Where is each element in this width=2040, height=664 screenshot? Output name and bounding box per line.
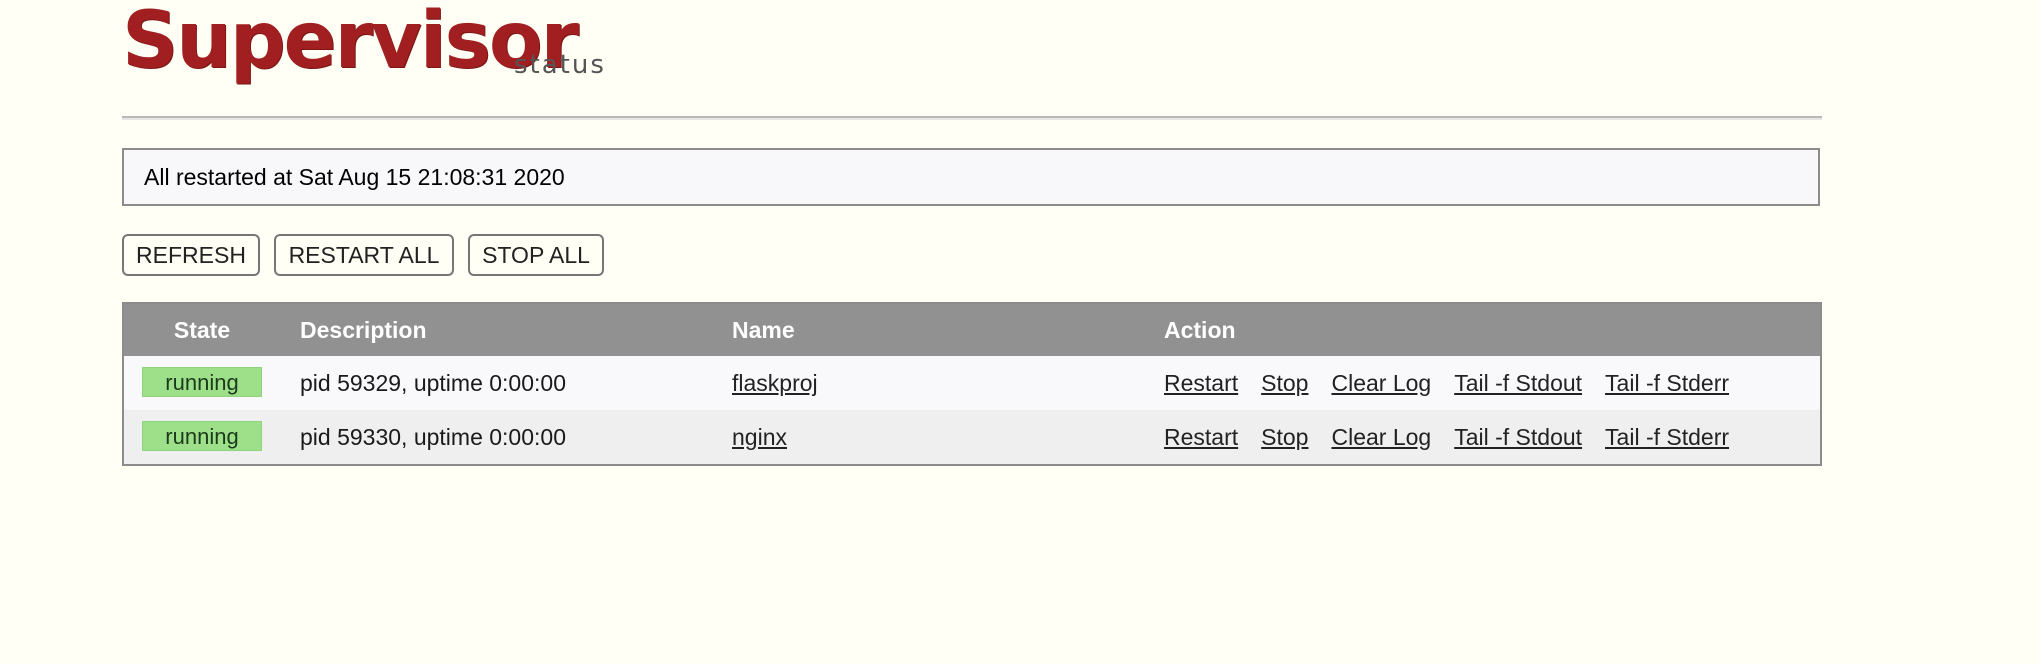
status-badge: running <box>142 367 262 397</box>
header-state: State <box>173 316 231 343</box>
name-cell: flaskproj <box>712 356 1144 410</box>
header-description: Description <box>300 316 427 343</box>
stop-all-button[interactable]: STOP ALL <box>468 234 604 276</box>
process-table-container: State Description Name Action running pi… <box>122 302 1822 466</box>
state-cell: running <box>124 356 280 410</box>
table-header-row: State Description Name Action <box>124 304 1820 356</box>
status-message: All restarted at Sat Aug 15 21:08:31 202… <box>122 148 1820 206</box>
header-action: Action <box>1164 316 1236 343</box>
tail-stdout-link[interactable]: Tail -f Stdout <box>1454 424 1582 450</box>
action-cell: Restart Stop Clear Log Tail -f Stdout Tail -… <box>1144 410 1820 464</box>
table-row: running pid 59330, uptime 0:00:00 nginx … <box>124 410 1820 464</box>
status-badge: running <box>142 421 262 451</box>
clear-log-link[interactable]: Clear Log <box>1331 424 1431 450</box>
tail-stderr-link[interactable]: Tail -f Stderr <box>1605 370 1729 396</box>
header-divider <box>122 116 1822 120</box>
logo-text: Supervisor <box>122 0 579 86</box>
stop-link[interactable]: Stop <box>1261 370 1308 396</box>
tail-stdout-link[interactable]: Tail -f Stdout <box>1454 370 1582 396</box>
supervisor-logo: Supervisor status <box>122 0 622 100</box>
description-cell: pid 59329, uptime 0:00:00 <box>300 369 566 396</box>
stop-link[interactable]: Stop <box>1261 424 1308 450</box>
restart-link[interactable]: Restart <box>1164 370 1238 396</box>
header-name: Name <box>732 316 795 343</box>
restart-link[interactable]: Restart <box>1164 424 1238 450</box>
state-cell: running <box>124 410 280 464</box>
header: Supervisor status <box>122 0 1822 120</box>
clear-log-link[interactable]: Clear Log <box>1331 370 1431 396</box>
process-name-link[interactable]: nginx <box>732 424 787 450</box>
action-buttons: REFRESH RESTART ALL STOP ALL <box>122 234 604 276</box>
process-name-link[interactable]: flaskproj <box>732 370 818 396</box>
action-cell: Restart Stop Clear Log Tail -f Stdout Tail -… <box>1144 356 1820 410</box>
process-table: State Description Name Action running pi… <box>124 304 1820 464</box>
name-cell: nginx <box>712 410 1144 464</box>
supervisor-status-page: Supervisor status All restarted at Sat A… <box>0 0 2040 664</box>
description-cell: pid 59330, uptime 0:00:00 <box>300 423 566 450</box>
refresh-button[interactable]: REFRESH <box>122 234 260 276</box>
restart-all-button[interactable]: RESTART ALL <box>274 234 454 276</box>
logo-subtitle: status <box>514 50 606 80</box>
tail-stderr-link[interactable]: Tail -f Stderr <box>1605 424 1729 450</box>
table-row: running pid 59329, uptime 0:00:00 flaskp… <box>124 356 1820 410</box>
